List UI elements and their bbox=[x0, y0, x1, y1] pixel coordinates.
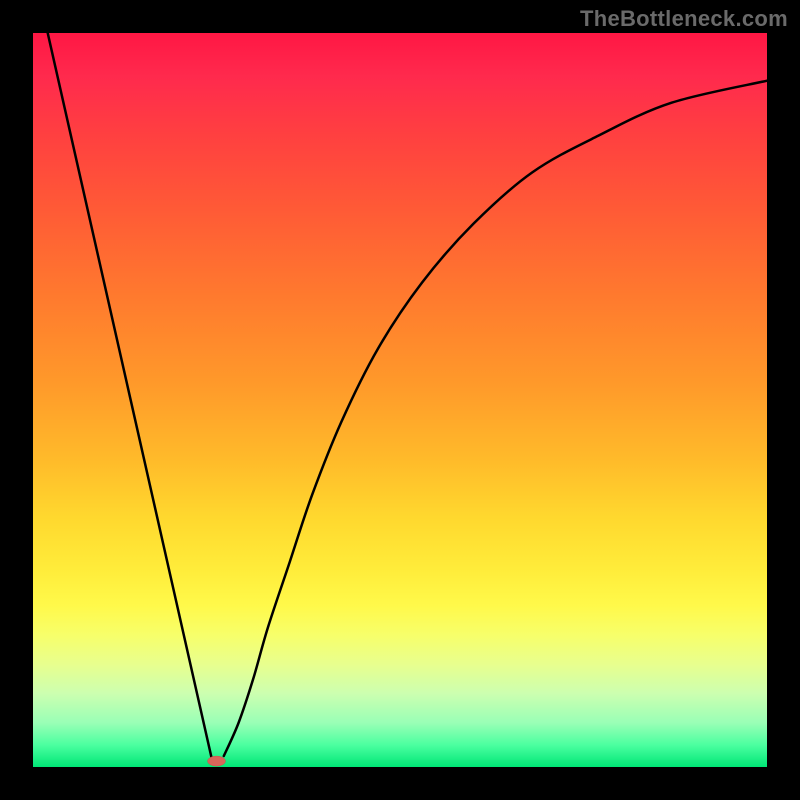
chart-frame: TheBottleneck.com bbox=[0, 0, 800, 800]
minimum-marker bbox=[208, 756, 226, 766]
curve-left-branch bbox=[48, 33, 213, 763]
plot-area bbox=[33, 33, 767, 767]
curve-svg bbox=[33, 33, 767, 767]
curve-right-branch bbox=[224, 81, 767, 756]
watermark-text: TheBottleneck.com bbox=[580, 6, 788, 32]
